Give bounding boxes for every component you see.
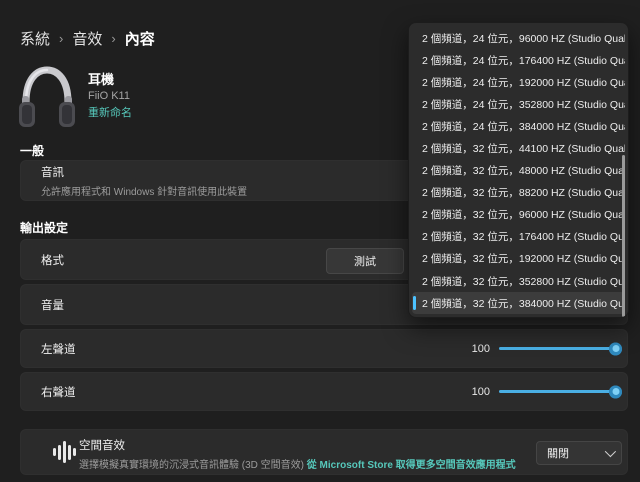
format-option[interactable]: 2 個頻道，32 位元，44100 HZ (Studio Quality) (412, 137, 625, 159)
right-channel-value: 100 (468, 386, 490, 398)
sound-properties-page: { "breadcrumb": { "separator": "›", "ite… (0, 0, 640, 482)
spatial-sound-select[interactable]: 關閉 (536, 441, 622, 465)
left-channel-slider[interactable] (499, 347, 615, 350)
format-option-selected[interactable]: 2 個頻道，32 位元，384000 HZ (Studio Quality) (412, 292, 625, 314)
device-type-label: 耳機 (88, 72, 132, 88)
spatial-sound-title: 空間音效 (79, 437, 516, 453)
section-output-heading: 輸出設定 (20, 219, 68, 236)
section-general-heading: 一般 (20, 142, 44, 159)
breadcrumb-properties: 內容 (125, 28, 155, 49)
slider-thumb[interactable] (609, 385, 622, 398)
left-channel-label: 左聲道 (41, 341, 76, 357)
format-label: 格式 (41, 252, 64, 268)
format-option[interactable]: 2 個頻道，32 位元，352800 HZ (Studio Quality) (412, 270, 625, 292)
volume-label: 音量 (41, 297, 64, 313)
rename-link[interactable]: 重新命名 (88, 107, 132, 121)
headphones-image (16, 62, 78, 130)
spatial-sound-row: 空間音效 選擇模擬真實環境的沉浸式音訊體驗 (3D 空間音效) 從 Micros… (20, 429, 628, 475)
chevron-down-icon (605, 446, 616, 457)
format-option[interactable]: 2 個頻道，24 位元，96000 HZ (Studio Quality) (412, 27, 625, 49)
audio-subtitle: 允許應用程式和 Windows 針對音訊使用此裝置 (41, 183, 247, 198)
right-channel-row: 右聲道 100 (20, 372, 628, 411)
spatial-sound-subtitle: 選擇模擬真實環境的沉浸式音訊體驗 (3D 空間音效) (79, 460, 304, 471)
breadcrumb-separator-icon: › (59, 31, 63, 46)
right-channel-label: 右聲道 (41, 384, 76, 400)
breadcrumb-separator-icon: › (111, 31, 115, 46)
format-option[interactable]: 2 個頻道，24 位元，352800 HZ (Studio Quality) (412, 93, 625, 115)
format-option[interactable]: 2 個頻道，32 位元，48000 HZ (Studio Quality) (412, 160, 625, 182)
test-button[interactable]: 測試 (326, 248, 404, 274)
breadcrumb: 系統 › 音效 › 內容 (20, 28, 155, 49)
breadcrumb-system[interactable]: 系統 (20, 28, 50, 49)
device-info: 耳機 FiiO K11 重新命名 (88, 72, 132, 121)
right-channel-slider[interactable] (499, 390, 615, 393)
slider-thumb[interactable] (609, 342, 622, 355)
store-link[interactable]: 從 Microsoft Store 取得更多空間音效應用程式 (307, 460, 516, 471)
format-option[interactable]: 2 個頻道，24 位元，176400 HZ (Studio Quality) (412, 49, 625, 71)
breadcrumb-sound[interactable]: 音效 (72, 28, 102, 49)
format-option[interactable]: 2 個頻道，32 位元，192000 HZ (Studio Quality) (412, 248, 625, 270)
format-dropdown-flyout: 2 個頻道，24 位元，96000 HZ (Studio Quality) 2 … (408, 22, 629, 318)
spatial-sound-icon (53, 440, 76, 464)
device-name-label: FiiO K11 (88, 90, 132, 104)
format-option[interactable]: 2 個頻道，24 位元，192000 HZ (Studio Quality) (412, 71, 625, 93)
flyout-scrollbar[interactable] (622, 155, 625, 317)
format-option[interactable]: 2 個頻道，32 位元，176400 HZ (Studio Quality) (412, 226, 625, 248)
audio-title: 音訊 (41, 164, 247, 180)
spatial-sound-selected-value: 關閉 (547, 445, 569, 461)
format-option[interactable]: 2 個頻道，32 位元，88200 HZ (Studio Quality) (412, 182, 625, 204)
left-channel-value: 100 (468, 343, 490, 355)
left-channel-row: 左聲道 100 (20, 329, 628, 368)
format-option[interactable]: 2 個頻道，32 位元，96000 HZ (Studio Quality) (412, 204, 625, 226)
format-option[interactable]: 2 個頻道，24 位元，384000 HZ (Studio Quality) (412, 115, 625, 137)
